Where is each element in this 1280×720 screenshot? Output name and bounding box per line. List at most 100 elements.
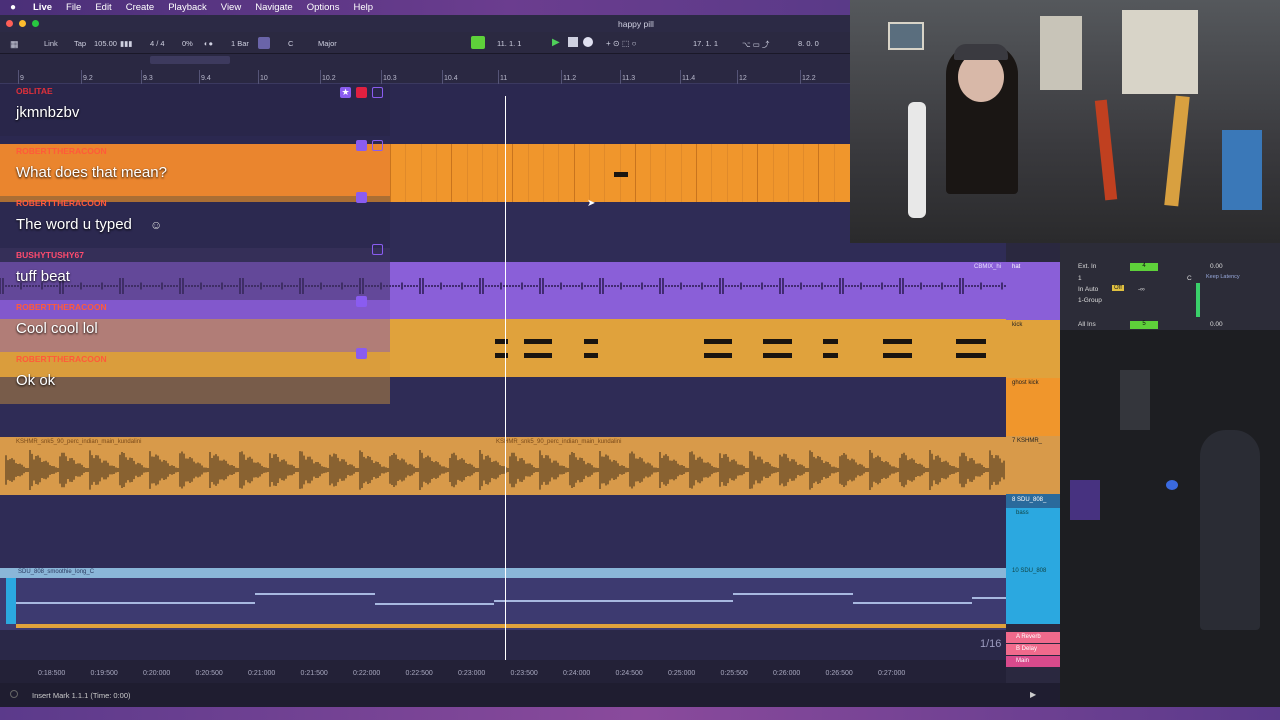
- track-header-ghost-kick[interactable]: ghost kick: [1006, 378, 1060, 436]
- quantize-select[interactable]: 1 Bar: [231, 39, 249, 48]
- midi-note[interactable]: [524, 353, 552, 358]
- twitch-icon: [372, 87, 383, 98]
- menu-navigate[interactable]: Navigate: [248, 2, 300, 13]
- bass-clip[interactable]: SDU_808_smoothie_long_C: [0, 568, 1006, 630]
- follow-icon[interactable]: [471, 36, 485, 49]
- midi-note[interactable]: [495, 353, 508, 358]
- midi-note[interactable]: [584, 353, 598, 358]
- grid-indicator[interactable]: 1/16: [980, 638, 1001, 650]
- automation-segment[interactable]: [853, 602, 972, 604]
- loop-start-field[interactable]: 17. 1. 1: [693, 39, 718, 48]
- play-icon[interactable]: ▶: [1030, 690, 1036, 699]
- menu-live[interactable]: Live: [26, 2, 59, 13]
- midi-note[interactable]: [956, 339, 986, 344]
- automation-segment[interactable]: [733, 593, 853, 595]
- overview-scroll[interactable]: [150, 56, 230, 64]
- midi-note[interactable]: [584, 339, 598, 344]
- arrangement-position[interactable]: 11. 1. 1: [497, 39, 521, 48]
- track-number[interactable]: 5: [1130, 321, 1158, 329]
- midi-note[interactable]: [823, 353, 838, 358]
- midi-note[interactable]: [614, 172, 628, 177]
- track-lane[interactable]: 1/16: [0, 630, 1006, 660]
- midi-note[interactable]: [524, 339, 552, 344]
- record-button[interactable]: [583, 37, 593, 47]
- return-track-a[interactable]: A Reverb: [1006, 632, 1060, 643]
- track-lane[interactable]: [0, 495, 1006, 568]
- apple-icon[interactable]: ●: [0, 2, 26, 13]
- midi-note[interactable]: [763, 339, 792, 344]
- track-number[interactable]: 4: [1130, 263, 1158, 271]
- midi-note[interactable]: [823, 339, 838, 344]
- beat-ruler[interactable]: 9 9.2 9.3 9.4 10 10.2 10.3 10.4 11 11.2 11.3 11.4 12…: [0, 54, 850, 84]
- minimize-window-button[interactable]: [19, 20, 26, 27]
- input-channel[interactable]: 1: [1078, 275, 1082, 282]
- output-group[interactable]: 1-Group: [1078, 297, 1102, 304]
- overdub-icon[interactable]: + ⊙ ⬚ ○: [606, 39, 636, 48]
- ruler-tick-label: 10: [260, 75, 268, 82]
- midi-note[interactable]: [704, 353, 732, 358]
- menu-view[interactable]: View: [214, 2, 248, 13]
- grid-icon[interactable]: ▦: [10, 39, 19, 50]
- stop-button[interactable]: [568, 37, 578, 47]
- midi-note[interactable]: [704, 339, 732, 344]
- automation-segment[interactable]: [255, 593, 375, 595]
- main-track[interactable]: Main: [1006, 656, 1060, 667]
- track-header-bass-group[interactable]: 8 SDU_808_: [1006, 494, 1060, 508]
- loop-length-field[interactable]: 8. 0. 0: [798, 39, 819, 48]
- grid-line: [772, 144, 774, 202]
- ruler-tick-mark: [141, 70, 142, 84]
- time-signature-field[interactable]: 4 / 4: [150, 39, 165, 48]
- send-value[interactable]: -∞: [1138, 286, 1145, 293]
- close-window-button[interactable]: [6, 20, 13, 27]
- menu-file[interactable]: File: [59, 2, 88, 13]
- track-header-hat[interactable]: hat: [1006, 262, 1060, 320]
- time-tick-label: 0:20:500: [195, 670, 223, 677]
- play-button[interactable]: ▶: [552, 37, 560, 48]
- menu-edit[interactable]: Edit: [88, 2, 118, 13]
- automation-segment[interactable]: [494, 600, 733, 602]
- midi-note[interactable]: [495, 339, 508, 344]
- midi-note[interactable]: [883, 339, 912, 344]
- window-title: happy pill: [618, 19, 654, 29]
- scale-select[interactable]: Major: [318, 39, 337, 48]
- midi-note[interactable]: [956, 353, 986, 358]
- key-select[interactable]: C: [288, 39, 293, 48]
- automation-segment[interactable]: [16, 602, 255, 604]
- volume-value[interactable]: 0.00: [1210, 263, 1223, 270]
- tap-button[interactable]: Tap: [74, 39, 86, 48]
- automation-segment[interactable]: [972, 597, 1006, 599]
- return-track-b[interactable]: B Delay: [1006, 644, 1060, 655]
- bass-loop-bar: [16, 624, 1006, 628]
- menu-help[interactable]: Help: [346, 2, 380, 13]
- zoom-window-button[interactable]: [32, 20, 39, 27]
- pan-value[interactable]: C: [1187, 275, 1192, 282]
- groove-field[interactable]: 0%: [182, 39, 193, 48]
- metronome-icon[interactable]: ▮▮▮: [120, 39, 132, 48]
- tempo-field[interactable]: 105.00: [94, 39, 117, 48]
- track-header-perc[interactable]: 7 KSHMR_: [1006, 436, 1060, 494]
- midi-note[interactable]: [763, 353, 792, 358]
- input-type[interactable]: Ext. In: [1078, 263, 1096, 270]
- track-header-bass[interactable]: bass: [1006, 508, 1060, 566]
- monitor-off[interactable]: Off: [1112, 285, 1124, 291]
- menu-playback[interactable]: Playback: [161, 2, 214, 13]
- keep-latency-toggle[interactable]: Keep Latency: [1206, 274, 1240, 280]
- scale-toggle-icon[interactable]: [258, 37, 270, 49]
- track-headers: hat kick ghost kick 7 KSHMR_ 8 SDU_808_ …: [1006, 243, 1060, 683]
- time-ruler[interactable]: 0:18:500 0:19:500 0:20:000 0:20:500 0:21:000…: [0, 660, 1006, 683]
- monitor-mode[interactable]: In Auto: [1078, 286, 1098, 293]
- menu-options[interactable]: Options: [300, 2, 347, 13]
- bass-clip-header[interactable]: [0, 568, 1006, 578]
- automation-segment[interactable]: [375, 603, 494, 605]
- input-all[interactable]: All Ins: [1078, 321, 1096, 328]
- link-button[interactable]: Link: [44, 39, 58, 48]
- menu-create[interactable]: Create: [119, 2, 162, 13]
- track-header-kick[interactable]: kick: [1006, 320, 1060, 378]
- track-header-sdu[interactable]: 10 SDU_808: [1006, 566, 1060, 624]
- midi-note[interactable]: [883, 353, 912, 358]
- audio-clip-perc[interactable]: KSHMR_snk5_90_perc_indian_main_kundalini…: [0, 437, 1006, 495]
- grid-line: [435, 144, 437, 202]
- volume-value[interactable]: 0.00: [1210, 321, 1223, 328]
- record-mode-icon[interactable]: ◐●: [204, 39, 213, 48]
- draw-mode-icon[interactable]: ⌥ ▭ ⤴: [742, 39, 769, 50]
